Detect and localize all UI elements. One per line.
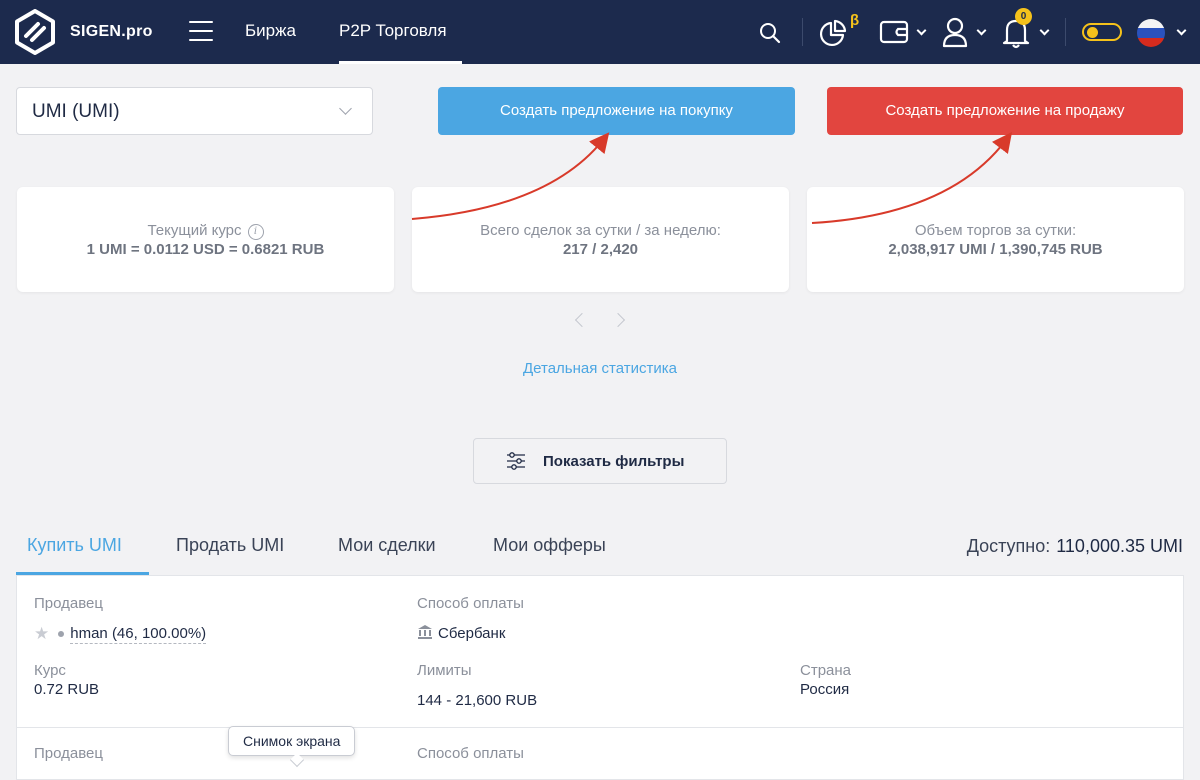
wallet-icon[interactable] bbox=[879, 19, 909, 45]
available-label: Доступно: bbox=[966, 536, 1051, 556]
country-label: Страна bbox=[800, 662, 852, 679]
divider bbox=[1065, 18, 1066, 46]
rate-value: 0.72 RUB bbox=[34, 681, 100, 698]
stat-card-rate: Текущий курс i 1 UMI = 0.0112 USD = 0.682… bbox=[17, 187, 394, 292]
payment-label: Способ оплаты bbox=[417, 595, 524, 612]
tab-my-deals[interactable]: Мои сделки bbox=[338, 535, 436, 556]
nav-p2p-trading[interactable]: P2P Торговля bbox=[339, 21, 447, 41]
stat-value: 1 UMI = 0.0112 USD = 0.6821 RUB bbox=[86, 241, 325, 258]
nav-active-indicator bbox=[339, 61, 462, 64]
logo-text: SIGEN.pro bbox=[70, 23, 153, 40]
logo[interactable]: SIGEN.pro bbox=[14, 9, 153, 55]
chevron-right-icon[interactable] bbox=[610, 312, 626, 328]
chevron-down-icon[interactable] bbox=[916, 25, 927, 36]
screenshot-tooltip: Снимок экрана bbox=[228, 726, 356, 756]
user-icon[interactable] bbox=[941, 16, 969, 48]
show-filters-button[interactable]: Показать фильтры bbox=[473, 438, 727, 484]
limits-label: Лимиты bbox=[417, 662, 472, 679]
detailed-stats-link[interactable]: Детальная статистика bbox=[0, 360, 1200, 377]
tab-my-offers[interactable]: Мои офферы bbox=[493, 535, 606, 556]
seller-label: Продавец bbox=[34, 595, 103, 612]
beta-mark: β bbox=[850, 12, 860, 29]
flag-ru-icon[interactable] bbox=[1137, 19, 1165, 47]
nav-exchange[interactable]: Биржа bbox=[245, 21, 296, 41]
stat-card-deals: Всего сделок за сутки / за неделю: 217 /… bbox=[412, 187, 789, 292]
seller-label: Продавец bbox=[34, 745, 103, 762]
seller: ★ hman (46, 100.00%) bbox=[34, 624, 207, 644]
tab-sell-umi[interactable]: Продать UMI bbox=[176, 535, 284, 556]
status-dot bbox=[58, 631, 65, 637]
top-navbar: SIGEN.pro Биржа P2P Торговля β 0 bbox=[0, 0, 1200, 64]
currency-select-value: UMI (UMI) bbox=[32, 101, 120, 122]
available-value: 110,000.35 UMI bbox=[1056, 536, 1183, 556]
chevron-left-icon[interactable] bbox=[574, 312, 590, 328]
toggle-knob bbox=[1087, 27, 1098, 38]
tab-buy-umi[interactable]: Купить UMI bbox=[27, 535, 122, 556]
sliders-icon bbox=[507, 452, 525, 470]
theme-toggle[interactable] bbox=[1082, 23, 1122, 41]
pie-chart-icon[interactable] bbox=[818, 18, 848, 48]
chevron-down-icon[interactable] bbox=[976, 25, 987, 36]
chevron-down-icon[interactable] bbox=[1039, 25, 1050, 36]
create-sell-offer-button[interactable]: Создать предложение на продажу bbox=[827, 87, 1183, 135]
logo-icon bbox=[15, 9, 55, 55]
stat-label: Всего сделок за сутки / за неделю: bbox=[480, 222, 721, 239]
stat-value: 2,038,917 UMI / 1,390,745 RUB bbox=[888, 241, 1103, 258]
available-balance: Доступно: 110,000.35 UMI bbox=[967, 536, 1183, 557]
stat-label: Текущий курс i bbox=[17, 222, 394, 240]
country-value: Россия bbox=[800, 681, 850, 698]
create-buy-offer-button[interactable]: Создать предложение на покупку bbox=[438, 87, 795, 135]
stat-label: Объем торгов за сутки: bbox=[914, 222, 1077, 239]
row-divider bbox=[17, 727, 1183, 728]
seller-name-link[interactable]: hman (46, 100.00%) bbox=[70, 625, 207, 644]
payment-method: Сбербанк bbox=[417, 624, 505, 642]
menu-icon[interactable] bbox=[189, 20, 213, 42]
offers-list: Продавец ★ hman (46, 100.00%) Способ опл… bbox=[16, 575, 1184, 780]
show-filters-label: Показать фильтры bbox=[543, 453, 685, 470]
star-icon[interactable]: ★ bbox=[34, 624, 49, 644]
stat-value: 217 / 2,420 bbox=[562, 241, 639, 258]
rate-label: Курс bbox=[34, 662, 66, 679]
stat-card-volume: Объем торгов за сутки: 2,038,917 UMI / 1… bbox=[807, 187, 1184, 292]
notification-badge: 0 bbox=[1015, 8, 1032, 25]
currency-select[interactable]: UMI (UMI) bbox=[16, 87, 373, 135]
limits-value: 144 - 21,600 RUB bbox=[417, 692, 538, 709]
info-icon[interactable]: i bbox=[247, 224, 264, 240]
divider bbox=[802, 18, 803, 46]
chevron-down-icon bbox=[339, 102, 352, 115]
bank-icon bbox=[418, 625, 432, 639]
payment-label: Способ оплаты bbox=[417, 745, 524, 762]
search-icon[interactable] bbox=[758, 21, 782, 45]
chevron-down-icon[interactable] bbox=[1176, 25, 1187, 36]
